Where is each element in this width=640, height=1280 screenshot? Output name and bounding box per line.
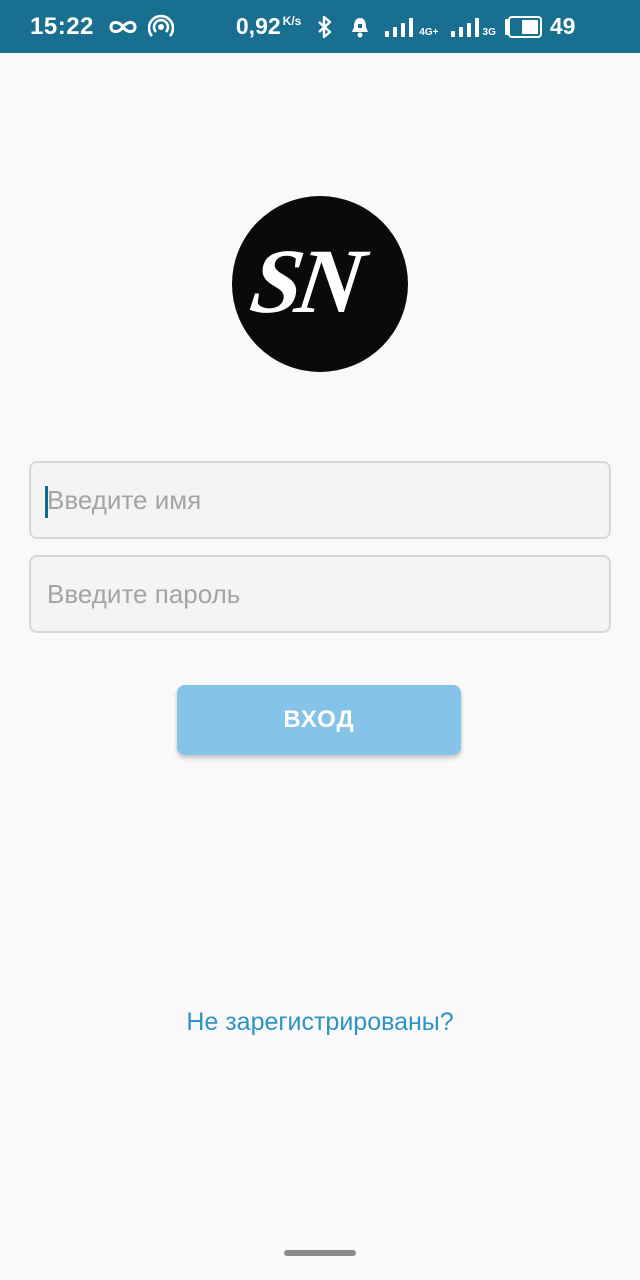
bluetooth-icon bbox=[317, 15, 333, 39]
signal-icon bbox=[449, 15, 481, 39]
signal2-type: 3G bbox=[482, 27, 496, 38]
text-cursor bbox=[45, 486, 48, 518]
hotspot-icon bbox=[147, 14, 174, 40]
login-button[interactable]: ВХОД bbox=[177, 685, 461, 755]
infinity-icon bbox=[108, 18, 138, 36]
gesture-nav-handle[interactable] bbox=[284, 1250, 356, 1256]
app-logo: SN bbox=[232, 196, 408, 372]
register-link[interactable]: Не зарегистрированы? bbox=[0, 1008, 640, 1037]
password-field[interactable] bbox=[29, 555, 611, 633]
signal1-type: 4G+ bbox=[419, 27, 439, 38]
username-field[interactable] bbox=[29, 461, 611, 539]
status-bar: 15:22 0,92 K/s 4G+ 3G 49 bbox=[0, 0, 640, 53]
battery-percent: 49 bbox=[549, 13, 576, 39]
status-time: 15:22 bbox=[30, 12, 94, 40]
battery-icon bbox=[504, 15, 542, 38]
signal-icon bbox=[383, 15, 417, 39]
net-speed: 0,92 bbox=[235, 13, 281, 39]
net-speed-unit: K/s bbox=[282, 13, 302, 28]
alarm-icon bbox=[349, 15, 371, 39]
